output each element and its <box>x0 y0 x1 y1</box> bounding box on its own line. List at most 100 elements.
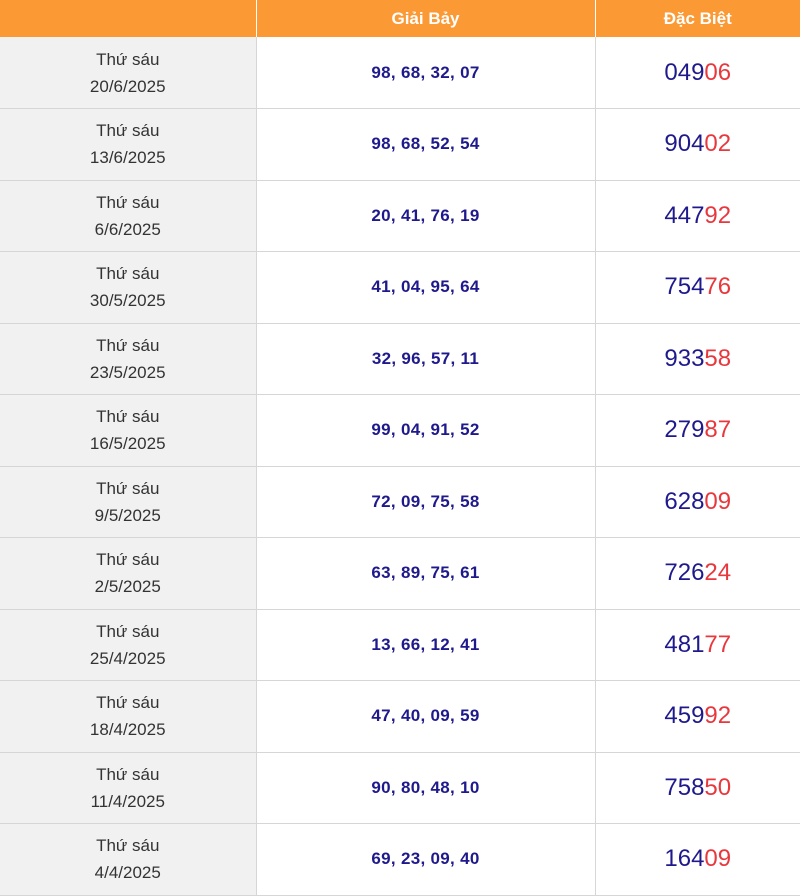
weekday-label: Thứ sáu <box>96 550 160 570</box>
draw-date: 13/6/2025 <box>89 148 166 168</box>
dac-biet-head: 754 <box>664 273 705 301</box>
table-body: Thứ sáu 20/6/2025 98, 68, 32, 07 04906 Thứ s… <box>0 37 800 896</box>
weekday-label: Thứ sáu <box>96 335 160 355</box>
giai-bay-numbers: 47, 40, 09, 59 <box>256 680 596 753</box>
giai-bay-numbers: 98, 68, 32, 07 <box>256 37 596 109</box>
table-row: Thứ sáu 18/4/2025 47, 40, 09, 59 45992 <box>0 680 800 753</box>
weekday-label: Thứ sáu <box>96 407 160 427</box>
giai-bay-numbers: 13, 66, 12, 41 <box>256 609 596 681</box>
date-cell: Thứ sáu 30/5/2025 <box>0 251 257 324</box>
dac-biet-number: 48177 <box>595 609 800 681</box>
dac-biet-head: 758 <box>664 773 705 801</box>
dac-biet-tail: 92 <box>704 201 732 229</box>
dac-biet-number: 45992 <box>595 680 800 753</box>
draw-date: 6/6/2025 <box>94 219 161 239</box>
dac-biet-tail: 50 <box>704 773 732 801</box>
giai-bay-numbers: 99, 04, 91, 52 <box>256 394 596 467</box>
dac-biet-tail: 58 <box>704 344 732 372</box>
dac-biet-number: 90402 <box>595 108 800 181</box>
weekday-label: Thứ sáu <box>96 693 160 713</box>
dac-biet-head: 459 <box>664 702 705 730</box>
date-cell: Thứ sáu 13/6/2025 <box>0 108 257 181</box>
header-date <box>0 0 257 37</box>
giai-bay-numbers: 63, 89, 75, 61 <box>256 537 596 610</box>
dac-biet-head: 481 <box>664 630 705 658</box>
dac-biet-number: 75476 <box>595 251 800 324</box>
table-row: Thứ sáu 20/6/2025 98, 68, 32, 07 04906 <box>0 37 800 109</box>
dac-biet-number: 75850 <box>595 752 800 824</box>
dac-biet-number: 16409 <box>595 823 800 896</box>
dac-biet-head: 279 <box>664 416 705 444</box>
table-row: Thứ sáu 30/5/2025 41, 04, 95, 64 75476 <box>0 251 800 324</box>
table-row: Thứ sáu 9/5/2025 72, 09, 75, 58 62809 <box>0 466 800 538</box>
dac-biet-tail: 77 <box>704 630 732 658</box>
date-cell: Thứ sáu 23/5/2025 <box>0 323 257 395</box>
draw-date: 30/5/2025 <box>89 291 166 311</box>
dac-biet-number: 27987 <box>595 394 800 467</box>
dac-biet-tail: 02 <box>704 130 732 158</box>
draw-date: 18/4/2025 <box>89 720 166 740</box>
results-table: Giải Bảy Đặc Biệt Thứ sáu 20/6/2025 98, 68… <box>0 0 800 896</box>
weekday-label: Thứ sáu <box>96 121 160 141</box>
dac-biet-number: 72624 <box>595 537 800 610</box>
draw-date: 23/5/2025 <box>89 362 166 382</box>
date-cell: Thứ sáu 2/5/2025 <box>0 537 257 610</box>
weekday-label: Thứ sáu <box>96 192 160 212</box>
giai-bay-numbers: 69, 23, 09, 40 <box>256 823 596 896</box>
weekday-label: Thứ sáu <box>96 478 160 498</box>
dac-biet-head: 447 <box>664 201 705 229</box>
dac-biet-tail: 06 <box>704 58 732 86</box>
weekday-label: Thứ sáu <box>96 49 160 69</box>
table-row: Thứ sáu 16/5/2025 99, 04, 91, 52 27987 <box>0 394 800 467</box>
giai-bay-numbers: 41, 04, 95, 64 <box>256 251 596 324</box>
date-cell: Thứ sáu 6/6/2025 <box>0 180 257 252</box>
draw-date: 11/4/2025 <box>90 791 165 811</box>
dac-biet-head: 628 <box>664 487 705 515</box>
weekday-label: Thứ sáu <box>96 836 160 856</box>
draw-date: 9/5/2025 <box>94 505 161 525</box>
dac-biet-head: 049 <box>664 58 705 86</box>
draw-date: 16/5/2025 <box>89 434 166 454</box>
date-cell: Thứ sáu 18/4/2025 <box>0 680 257 753</box>
dac-biet-number: 62809 <box>595 466 800 538</box>
giai-bay-numbers: 32, 96, 57, 11 <box>256 323 596 395</box>
date-cell: Thứ sáu 11/4/2025 <box>0 752 257 824</box>
draw-date: 2/5/2025 <box>94 577 161 597</box>
giai-bay-numbers: 72, 09, 75, 58 <box>256 466 596 538</box>
table-row: Thứ sáu 2/5/2025 63, 89, 75, 61 72624 <box>0 537 800 610</box>
weekday-label: Thứ sáu <box>96 764 160 784</box>
dac-biet-head: 904 <box>664 130 705 158</box>
dac-biet-head: 933 <box>664 344 705 372</box>
table-row: Thứ sáu 4/4/2025 69, 23, 09, 40 16409 <box>0 823 800 896</box>
weekday-label: Thứ sáu <box>96 264 160 284</box>
dac-biet-tail: 09 <box>704 845 732 873</box>
header-giai-bay: Giải Bảy <box>256 0 596 37</box>
dac-biet-tail: 76 <box>704 273 732 301</box>
giai-bay-numbers: 98, 68, 52, 54 <box>256 108 596 181</box>
date-cell: Thứ sáu 16/5/2025 <box>0 394 257 467</box>
table-header: Giải Bảy Đặc Biệt <box>0 0 800 37</box>
header-dac-biet: Đặc Biệt <box>595 0 800 37</box>
dac-biet-tail: 87 <box>704 416 732 444</box>
dac-biet-number: 44792 <box>595 180 800 252</box>
draw-date: 20/6/2025 <box>89 76 166 96</box>
dac-biet-tail: 24 <box>704 559 732 587</box>
date-cell: Thứ sáu 25/4/2025 <box>0 609 257 681</box>
dac-biet-number: 93358 <box>595 323 800 395</box>
table-row: Thứ sáu 13/6/2025 98, 68, 52, 54 90402 <box>0 108 800 181</box>
table-row: Thứ sáu 11/4/2025 90, 80, 48, 10 75850 <box>0 752 800 824</box>
table-row: Thứ sáu 23/5/2025 32, 96, 57, 11 93358 <box>0 323 800 395</box>
date-cell: Thứ sáu 9/5/2025 <box>0 466 257 538</box>
table-row: Thứ sáu 25/4/2025 13, 66, 12, 41 48177 <box>0 609 800 681</box>
table-row: Thứ sáu 6/6/2025 20, 41, 76, 19 44792 <box>0 180 800 252</box>
header-row: Giải Bảy Đặc Biệt <box>0 0 800 37</box>
giai-bay-numbers: 90, 80, 48, 10 <box>256 752 596 824</box>
dac-biet-head: 726 <box>664 559 705 587</box>
dac-biet-number: 04906 <box>595 37 800 109</box>
weekday-label: Thứ sáu <box>96 621 160 641</box>
giai-bay-numbers: 20, 41, 76, 19 <box>256 180 596 252</box>
dac-biet-tail: 92 <box>704 702 732 730</box>
dac-biet-tail: 09 <box>704 487 732 515</box>
date-cell: Thứ sáu 20/6/2025 <box>0 37 257 109</box>
date-cell: Thứ sáu 4/4/2025 <box>0 823 257 896</box>
